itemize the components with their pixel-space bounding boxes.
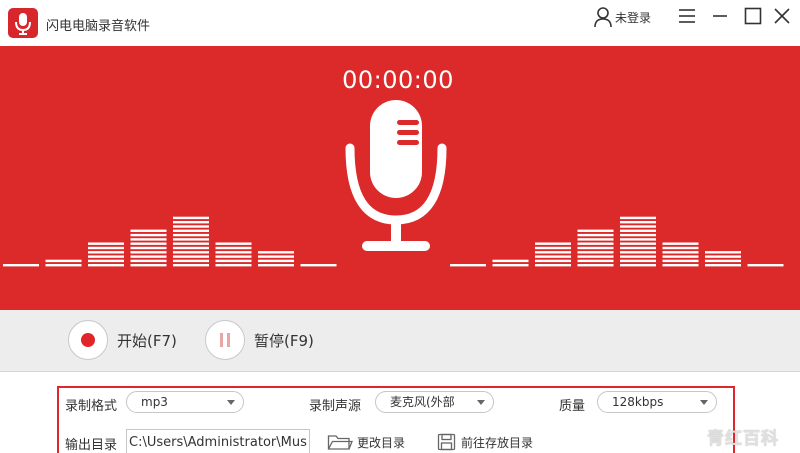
maximize-icon: [744, 7, 762, 25]
source-label: 录制声源: [309, 399, 362, 414]
start-label: 开始(F7): [117, 331, 177, 350]
app-title: 闪电电脑录音软件: [46, 19, 151, 34]
visualizer-bar: [662, 242, 699, 267]
pause-label: 暂停(F9): [254, 331, 314, 350]
chevron-down-icon: [700, 400, 708, 405]
format-label: 录制格式: [65, 399, 118, 414]
visualizer-bar: [492, 259, 529, 267]
start-record-button[interactable]: 开始(F7): [68, 320, 177, 360]
title-bar: 闪电电脑录音软件 未登录: [0, 0, 800, 46]
change-directory-label: 更改目录: [357, 435, 406, 450]
visualizer-bar: [620, 216, 656, 267]
close-button[interactable]: [771, 5, 793, 27]
maximize-button[interactable]: [742, 5, 764, 27]
open-directory-button[interactable]: 前往存放目录: [437, 431, 533, 453]
open-directory-label: 前往存放目录: [461, 435, 534, 450]
folder-icon: [327, 435, 353, 450]
user-icon: [594, 7, 612, 28]
visualizer-bar: [45, 259, 82, 267]
app-logo-icon: [8, 8, 38, 38]
save-icon: [437, 433, 456, 451]
output-label: 输出目录: [65, 438, 118, 453]
minimize-icon: [713, 15, 727, 17]
pause-record-button[interactable]: 暂停(F9): [205, 320, 314, 360]
quality-label: 质量: [559, 399, 586, 414]
visualizer-bar: [3, 264, 39, 267]
visualizer-bar: [705, 251, 741, 267]
source-dropdown[interactable]: 麦克风(外部: [375, 391, 494, 413]
microphone-icon: [345, 100, 447, 251]
watermark: 青红百科: [707, 429, 779, 449]
visualizer-bar: [173, 216, 209, 267]
close-icon: [774, 8, 790, 24]
visualizer-bar: [215, 242, 252, 267]
visualizer-bar: [577, 229, 614, 267]
minimize-button[interactable]: [709, 5, 731, 27]
visualizer-bar: [747, 264, 784, 267]
output-path-input[interactable]: [126, 429, 310, 453]
settings-panel: 录制格式 mp3 录制声源 麦克风(外部 质量 128kbps 输出目录 更改目…: [57, 386, 735, 453]
format-value: mp3: [141, 395, 168, 409]
quality-dropdown[interactable]: 128kbps: [597, 391, 717, 413]
login-button[interactable]: 未登录: [593, 5, 651, 29]
pause-icon: [205, 320, 245, 360]
chevron-down-icon: [477, 400, 485, 405]
quality-value: 128kbps: [612, 395, 664, 409]
visualizer-bar: [535, 242, 571, 267]
chevron-down-icon: [227, 400, 235, 405]
menu-button[interactable]: [676, 5, 698, 27]
control-strip: 开始(F7) 暂停(F9): [0, 310, 800, 372]
visualizer-bar: [88, 242, 124, 267]
record-icon: [68, 320, 108, 360]
change-directory-button[interactable]: 更改目录: [327, 431, 405, 453]
login-status-label: 未登录: [615, 10, 652, 25]
recording-panel: 00:00:00: [0, 46, 800, 310]
source-value: 麦克风(外部: [390, 395, 455, 409]
visualizer-bar: [300, 264, 337, 267]
visualizer-bar: [450, 264, 486, 267]
format-dropdown[interactable]: mp3: [126, 391, 244, 413]
visualizer-bar: [258, 251, 294, 267]
visualizer-bar: [130, 229, 167, 267]
menu-icon: [679, 9, 695, 23]
recording-timer: 00:00:00: [342, 66, 454, 94]
